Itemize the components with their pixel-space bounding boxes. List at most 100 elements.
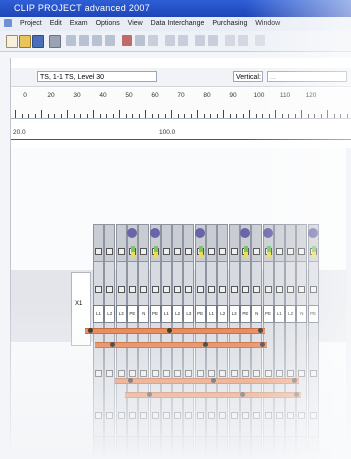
terminal-head — [115, 224, 127, 262]
app-menu-icon[interactable] — [4, 19, 12, 28]
coordinate-line: 20.0 100.0 — [11, 119, 351, 147]
terminal-head — [296, 224, 308, 262]
screw-icon — [95, 412, 102, 419]
grid-icon[interactable] — [148, 35, 158, 46]
redo-icon[interactable] — [122, 35, 132, 46]
ruler-tick — [281, 114, 283, 118]
ruler-tick — [340, 114, 341, 118]
measure-icon[interactable] — [208, 35, 218, 46]
terminal-block[interactable]: L1 — [273, 224, 285, 459]
screw-icon — [275, 412, 283, 419]
help-icon[interactable] — [255, 35, 265, 46]
menu-options[interactable]: Options — [96, 17, 120, 31]
menu-window[interactable]: Window — [255, 17, 280, 31]
ruler-tick — [210, 114, 211, 118]
screw-icon — [128, 412, 136, 419]
terminal-foot — [228, 436, 240, 459]
end-block[interactable]: X1 — [71, 272, 91, 346]
terminal-foot — [104, 436, 116, 459]
ruler-tick — [203, 114, 205, 118]
draw-icon[interactable] — [195, 35, 205, 46]
terminal-label: PE — [307, 305, 319, 323]
terminal-canvas[interactable]: X1 L1 L2 L3 PE N PE L1 L2 L3 PE L1 L2 L3 PE N PE L1 L2 N PE — [11, 148, 351, 459]
terminal-block[interactable]: L2 — [285, 224, 297, 459]
undo-icon[interactable] — [105, 35, 115, 46]
screw-icon — [117, 370, 125, 377]
earth-yellow-mark — [243, 252, 248, 258]
menu-project[interactable]: Project — [20, 17, 42, 31]
paste-icon[interactable] — [92, 35, 102, 46]
screw-icon — [128, 286, 136, 293]
save-icon[interactable] — [32, 35, 44, 48]
align-icon[interactable] — [178, 35, 188, 46]
terminal-block[interactable]: N — [296, 224, 308, 459]
screw-icon — [162, 412, 170, 419]
screw-icon — [298, 412, 306, 419]
ruler-tick — [320, 114, 322, 118]
menu-purchasing[interactable]: Purchasing — [212, 17, 247, 31]
ruler-tick — [229, 114, 231, 118]
screw-icon — [208, 370, 215, 377]
insert-icon[interactable] — [165, 35, 175, 46]
ruler-tick — [158, 114, 159, 118]
ruler-tick — [93, 110, 94, 118]
ruler-number: 40 — [99, 92, 107, 99]
screw-icon — [298, 248, 306, 255]
ruler-tick — [47, 114, 49, 118]
coord-left-label: 20.0 — [13, 129, 26, 136]
menu-data-interchange[interactable]: Data Interchange — [151, 17, 205, 31]
pe-marker-icon — [263, 228, 273, 238]
terminal-label: L1 — [273, 305, 285, 323]
menu-edit[interactable]: Edit — [50, 17, 62, 31]
menu-view[interactable]: View — [128, 17, 143, 31]
terminal-label: PE — [149, 305, 161, 323]
export-icon[interactable] — [238, 35, 248, 46]
ruler-tick — [164, 114, 166, 118]
screw-icon — [275, 286, 283, 293]
ruler-tick — [80, 114, 81, 118]
cut-icon[interactable] — [66, 35, 76, 46]
terminal-foot — [138, 436, 150, 459]
ruler-number: 110 — [279, 92, 291, 99]
terminal-foot — [307, 436, 319, 459]
screw-icon — [151, 412, 159, 419]
ruler-tick — [216, 114, 218, 118]
ruler-tick — [184, 114, 185, 118]
zoom-icon[interactable] — [135, 35, 145, 46]
terminal-foot — [183, 436, 195, 459]
terminal-block[interactable]: PE — [307, 224, 319, 459]
mode-select[interactable]: Vertical: ... — [233, 71, 263, 92]
new-icon[interactable] — [6, 35, 18, 48]
ruler-tick — [197, 110, 198, 118]
ruler-tick — [275, 110, 276, 118]
screw-icon — [106, 412, 114, 419]
bridge-bar-1[interactable] — [85, 328, 265, 334]
open-icon[interactable] — [19, 35, 31, 48]
menu-exam[interactable]: Exam — [70, 17, 88, 31]
ruler-tick — [67, 110, 68, 118]
copy-icon[interactable] — [79, 35, 89, 46]
screw-icon — [106, 286, 114, 293]
screw-icon — [196, 412, 204, 419]
screw-icon — [140, 412, 148, 419]
ruler-tick — [145, 110, 146, 118]
ruler-tick — [236, 114, 237, 118]
screw-icon — [185, 412, 193, 419]
screw-icon — [309, 286, 317, 293]
screw-icon — [140, 286, 148, 293]
screw-icon — [241, 286, 249, 293]
bridge-bar-3[interactable] — [115, 378, 299, 384]
screw-icon — [309, 370, 317, 377]
bridge-bar-2[interactable] — [95, 342, 267, 348]
print-icon[interactable] — [49, 35, 61, 48]
screw-icon — [230, 286, 238, 293]
settings-icon[interactable] — [225, 35, 235, 46]
menu-bar: Project Edit Exam Options View Data Inte… — [0, 17, 351, 31]
screw-icon — [298, 370, 306, 377]
terminal-head — [206, 224, 217, 262]
rail-select[interactable]: TS, 1-1 TS, Level 30 — [37, 71, 157, 82]
vertical-scrollbar[interactable] — [346, 148, 351, 459]
mode-option[interactable]: ... — [267, 71, 347, 82]
bridge-dot — [240, 392, 245, 397]
ruler-tick — [106, 114, 107, 118]
